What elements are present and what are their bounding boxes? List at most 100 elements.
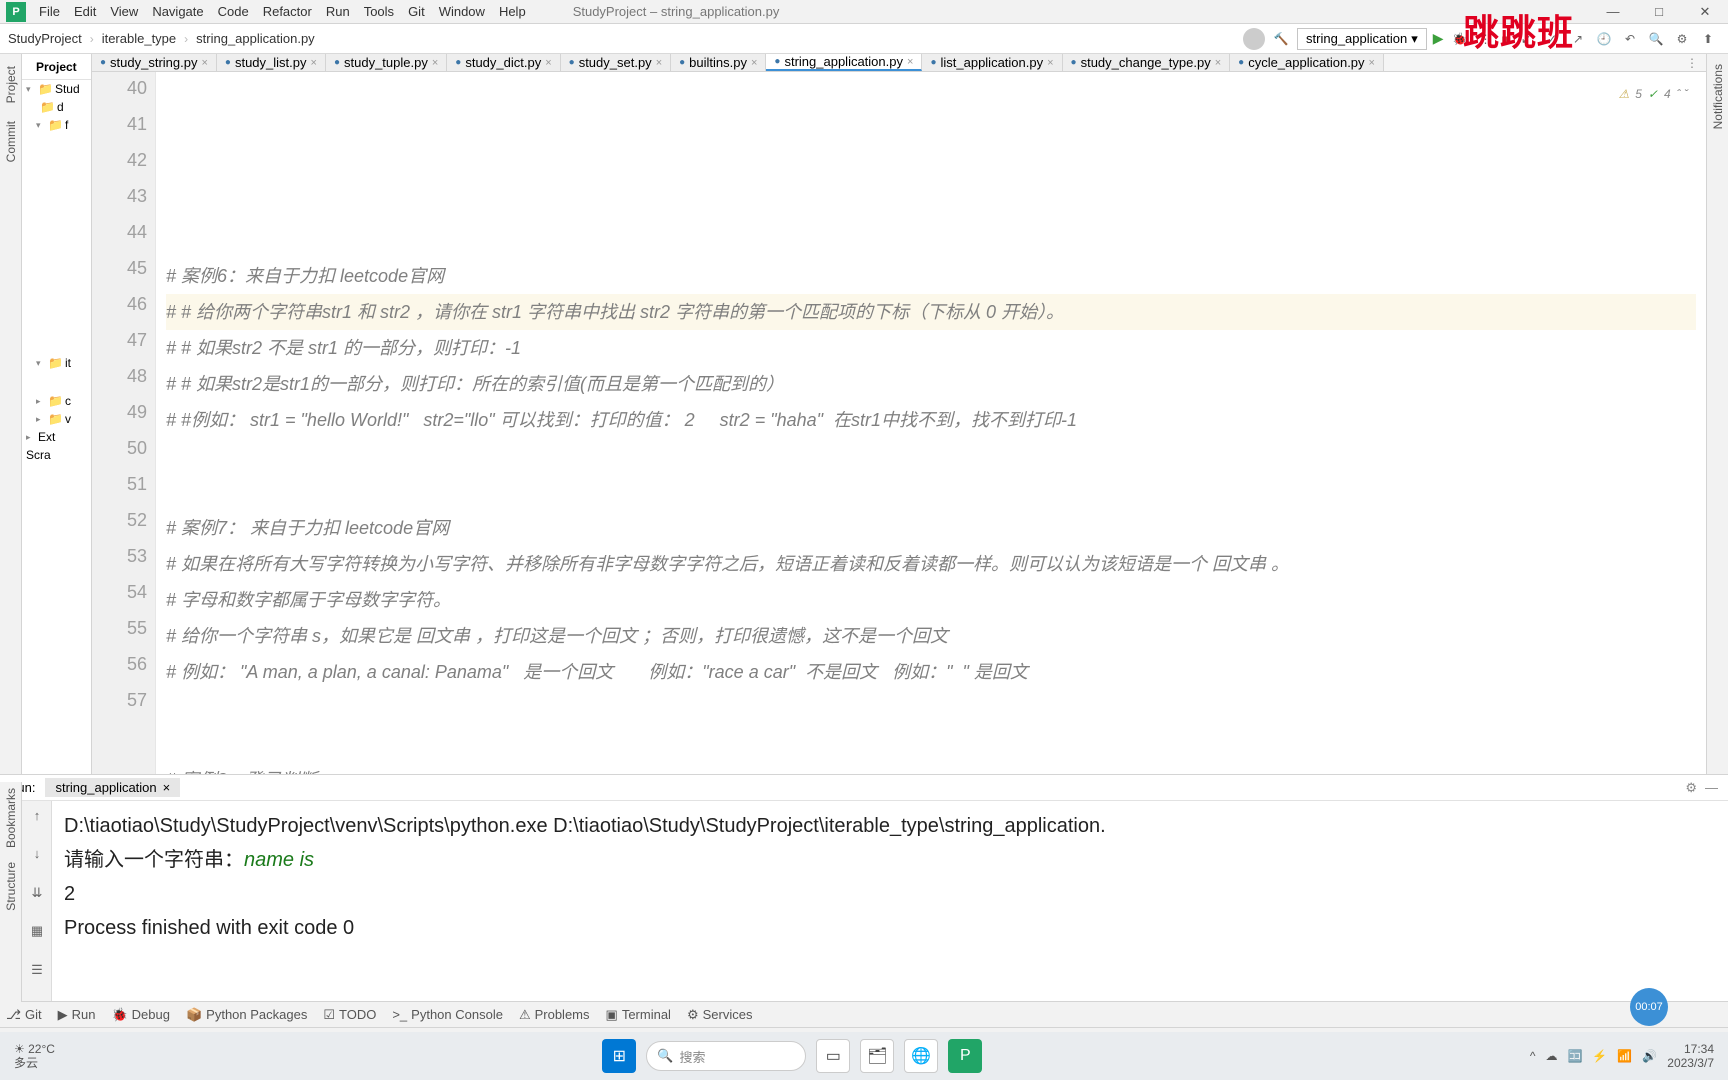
code-line[interactable]: # # 给你两个字符串str1 和 str2 ，请你在 str1 字符串中找出 … xyxy=(166,294,1696,330)
editor-tab[interactable]: ●list_application.py× xyxy=(922,54,1062,71)
editor-tab[interactable]: ●string_application.py× xyxy=(766,54,922,71)
menu-tools[interactable]: Tools xyxy=(357,4,401,19)
close-icon[interactable]: × xyxy=(201,57,207,69)
menu-run[interactable]: Run xyxy=(319,4,357,19)
tray-chevron-icon[interactable]: ^ xyxy=(1530,1049,1536,1063)
bottom-tool-todo[interactable]: ☑TODO xyxy=(323,1007,376,1023)
weather-widget[interactable]: ☀ 22°C 多云 xyxy=(0,1042,55,1070)
close-icon[interactable]: × xyxy=(751,57,757,69)
code-line[interactable] xyxy=(166,690,1696,726)
close-icon[interactable]: × xyxy=(907,56,913,68)
run-up-icon[interactable]: ↑ xyxy=(28,807,46,825)
toolwindow-commit[interactable]: Commit xyxy=(4,121,18,162)
ide-updates-icon[interactable]: ⬆ xyxy=(1698,32,1718,46)
bottom-tool-python-console[interactable]: >_Python Console xyxy=(392,1007,503,1022)
tree-item[interactable]: Ext xyxy=(38,430,55,444)
menu-code[interactable]: Code xyxy=(211,4,256,19)
tree-item[interactable]: c xyxy=(65,394,71,408)
scroll-icon[interactable]: ⇊ xyxy=(28,884,46,902)
menu-git[interactable]: Git xyxy=(401,4,432,19)
editor-tab[interactable]: ●builtins.py× xyxy=(671,54,766,71)
run-console[interactable]: D:\tiaotiao\Study\StudyProject\venv\Scri… xyxy=(52,801,1728,1001)
code-line[interactable]: # #例如： str1 = "hello World!" str2="llo" … xyxy=(166,402,1696,438)
tree-item[interactable]: Scra xyxy=(26,448,51,462)
code-line[interactable]: # 案例6：来自于力扣 leetcode官网 xyxy=(166,258,1696,294)
breadcrumb-file[interactable]: string_application.py xyxy=(188,31,323,46)
filter-icon[interactable]: ☰ xyxy=(28,961,46,979)
code-line[interactable] xyxy=(166,438,1696,474)
tree-item[interactable]: d xyxy=(57,100,64,114)
code-line[interactable] xyxy=(166,474,1696,510)
toolwindow-structure[interactable]: Structure xyxy=(4,862,18,911)
code-line[interactable] xyxy=(166,726,1696,762)
run-down-icon[interactable]: ↓ xyxy=(28,845,46,863)
bottom-tool-debug[interactable]: 🐞Debug xyxy=(111,1007,170,1023)
tabs-more-icon[interactable]: ⋮ xyxy=(1678,54,1706,71)
project-tree[interactable]: Project ▾📁Stud 📁d ▾📁f ▾📁it ▸📁c ▸📁v ▸Ext … xyxy=(22,54,92,774)
onedrive-icon[interactable]: ☁ xyxy=(1545,1049,1557,1063)
breadcrumb-folder[interactable]: iterable_type xyxy=(94,31,184,46)
menu-window[interactable]: Window xyxy=(432,4,492,19)
tree-item[interactable]: Stud xyxy=(55,82,80,96)
run-icon[interactable]: ▶ xyxy=(1433,30,1444,47)
nav-arrows[interactable]: ˆ ˇ xyxy=(1677,76,1688,112)
tree-item[interactable]: v xyxy=(65,412,71,426)
editor-tab[interactable]: ●study_list.py× xyxy=(217,54,326,71)
window-maximize[interactable]: □ xyxy=(1636,0,1682,24)
code-line[interactable]: # # 如果str2 不是 str1 的一部分，则打印：-1 xyxy=(166,330,1696,366)
power-icon[interactable]: ⚡ xyxy=(1592,1049,1607,1063)
editor-tab[interactable]: ●study_string.py× xyxy=(92,54,217,71)
taskbar-search[interactable]: 🔍 搜索 xyxy=(646,1041,806,1071)
layout-icon[interactable]: ▦ xyxy=(28,922,46,940)
code-line[interactable] xyxy=(166,222,1696,258)
close-icon[interactable]: × xyxy=(432,57,438,69)
editor-tab[interactable]: ●cycle_application.py× xyxy=(1230,54,1384,71)
code-line[interactable]: # 案例8：登录判断 xyxy=(166,762,1696,774)
avatar[interactable] xyxy=(1243,28,1265,50)
editor-tab[interactable]: ●study_tuple.py× xyxy=(326,54,447,71)
hide-icon[interactable]: — xyxy=(1705,780,1718,796)
run-settings-icon[interactable]: ⚙ xyxy=(1685,780,1697,796)
code-line[interactable]: # 案例7： 来自于力扣 leetcode官网 xyxy=(166,510,1696,546)
rollback-icon[interactable]: ↶ xyxy=(1620,32,1640,46)
ime-icon[interactable]: 🈁 xyxy=(1567,1049,1582,1063)
inspection-status[interactable]: ⚠5 ✓4 ˆ ˇ xyxy=(1618,76,1688,112)
hammer-icon[interactable]: 🔨 xyxy=(1271,32,1291,46)
code-line[interactable]: # 如果在将所有大写字符转换为小写字符、并移除所有非字母数字字符之后，短语正着读… xyxy=(166,546,1696,582)
bottom-tool-run[interactable]: ▶Run xyxy=(58,1007,96,1023)
close-icon[interactable]: × xyxy=(311,57,317,69)
wifi-icon[interactable]: 📶 xyxy=(1617,1049,1632,1063)
search-icon[interactable]: 🔍 xyxy=(1646,32,1666,46)
code-line[interactable] xyxy=(166,186,1696,222)
editor-tab[interactable]: ●study_dict.py× xyxy=(447,54,560,71)
close-icon[interactable]: × xyxy=(1215,57,1221,69)
task-view-icon[interactable]: ▭ xyxy=(816,1039,850,1073)
tree-item[interactable]: it xyxy=(65,356,71,370)
bottom-tool-terminal[interactable]: ▣Terminal xyxy=(606,1007,671,1023)
system-tray[interactable]: ^ ☁ 🈁 ⚡ 📶 🔊 17:34 2023/3/7 xyxy=(1530,1042,1728,1070)
run-config-selector[interactable]: string_application ▾ xyxy=(1297,28,1427,50)
window-minimize[interactable]: — xyxy=(1590,0,1636,24)
history-icon[interactable]: 🕘 xyxy=(1594,32,1614,46)
code-line[interactable]: # 字母和数字都属于字母数字字符。 xyxy=(166,582,1696,618)
menu-view[interactable]: View xyxy=(103,4,145,19)
close-icon[interactable]: × xyxy=(163,780,171,795)
bottom-tool-git[interactable]: ⎇Git xyxy=(6,1007,42,1023)
close-icon[interactable]: × xyxy=(1369,57,1375,69)
bottom-tool-problems[interactable]: ⚠Problems xyxy=(519,1007,590,1023)
run-tab[interactable]: string_application × xyxy=(45,778,180,797)
code-line[interactable]: # 给你一个字符串 s，如果它是 回文串 ，打印这是一个回文 ；否则，打印很遗憾… xyxy=(166,618,1696,654)
toolwindow-bookmarks[interactable]: Bookmarks xyxy=(4,788,18,848)
bottom-tool-python-packages[interactable]: 📦Python Packages xyxy=(186,1007,307,1023)
menu-refactor[interactable]: Refactor xyxy=(256,4,319,19)
menu-navigate[interactable]: Navigate xyxy=(145,4,210,19)
close-icon[interactable]: × xyxy=(545,57,551,69)
taskbar-clock[interactable]: 17:34 2023/3/7 xyxy=(1667,1042,1714,1070)
menu-help[interactable]: Help xyxy=(492,4,533,19)
editor-tab[interactable]: ●study_set.py× xyxy=(561,54,671,71)
pycharm-taskbar-icon[interactable]: P xyxy=(948,1039,982,1073)
menu-edit[interactable]: Edit xyxy=(67,4,103,19)
start-button[interactable]: ⊞ xyxy=(602,1039,636,1073)
toolwindow-project[interactable]: Project xyxy=(4,66,18,103)
tree-item[interactable]: f xyxy=(65,118,68,132)
